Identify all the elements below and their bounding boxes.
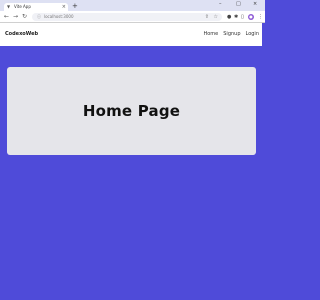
reload-icon[interactable]: ↻ [22, 13, 27, 21]
url-text: localhost:3000 [44, 14, 74, 19]
menu-kebab-icon[interactable]: ⋮ [258, 14, 263, 20]
nav-link-login[interactable]: Login [246, 31, 260, 38]
browser-toolbar: ← → ↻ ⓘ localhost:3000 ⇪ ☆ ● ✱ ▯ ● ⋮ [0, 11, 265, 23]
main-nav: Home Signup Login [203, 31, 259, 38]
puzzle-icon[interactable]: ✱ [234, 14, 238, 20]
minimize-button[interactable]: – [219, 1, 222, 7]
share-icon[interactable]: ⇪ [205, 14, 209, 20]
nav-link-signup[interactable]: Signup [223, 31, 240, 38]
extension-icon[interactable]: ● [227, 14, 231, 20]
nav-link-home[interactable]: Home [203, 31, 218, 38]
info-icon[interactable]: ⓘ [37, 15, 41, 19]
profile-avatar[interactable]: ● [248, 14, 254, 20]
back-arrow-icon[interactable]: ← [4, 13, 9, 21]
hero-card: Home Page [7, 67, 256, 155]
vite-favicon-icon: ▼ [7, 4, 11, 9]
forward-arrow-icon[interactable]: → [13, 13, 18, 21]
browser-titlebar: ▼ Vite App × + – □ × [0, 0, 265, 11]
browser-tab[interactable]: ▼ Vite App × [4, 3, 68, 11]
restore-button[interactable]: □ [236, 1, 241, 7]
tab-close-icon[interactable]: × [62, 4, 66, 10]
sidepanel-icon[interactable]: ▯ [241, 14, 244, 20]
brand-logo[interactable]: CodexoWeb [5, 31, 38, 38]
bookmark-star-icon[interactable]: ☆ [214, 14, 218, 20]
site-header: CodexoWeb Home Signup Login [0, 23, 265, 46]
close-window-button[interactable]: × [253, 1, 257, 7]
address-bar[interactable]: ⓘ localhost:3000 ⇪ ☆ [32, 13, 222, 21]
new-tab-button[interactable]: + [72, 2, 78, 10]
page-title: Home Page [82, 102, 181, 120]
page-scrollbar[interactable] [262, 23, 265, 300]
tab-title: Vite App [14, 4, 31, 9]
